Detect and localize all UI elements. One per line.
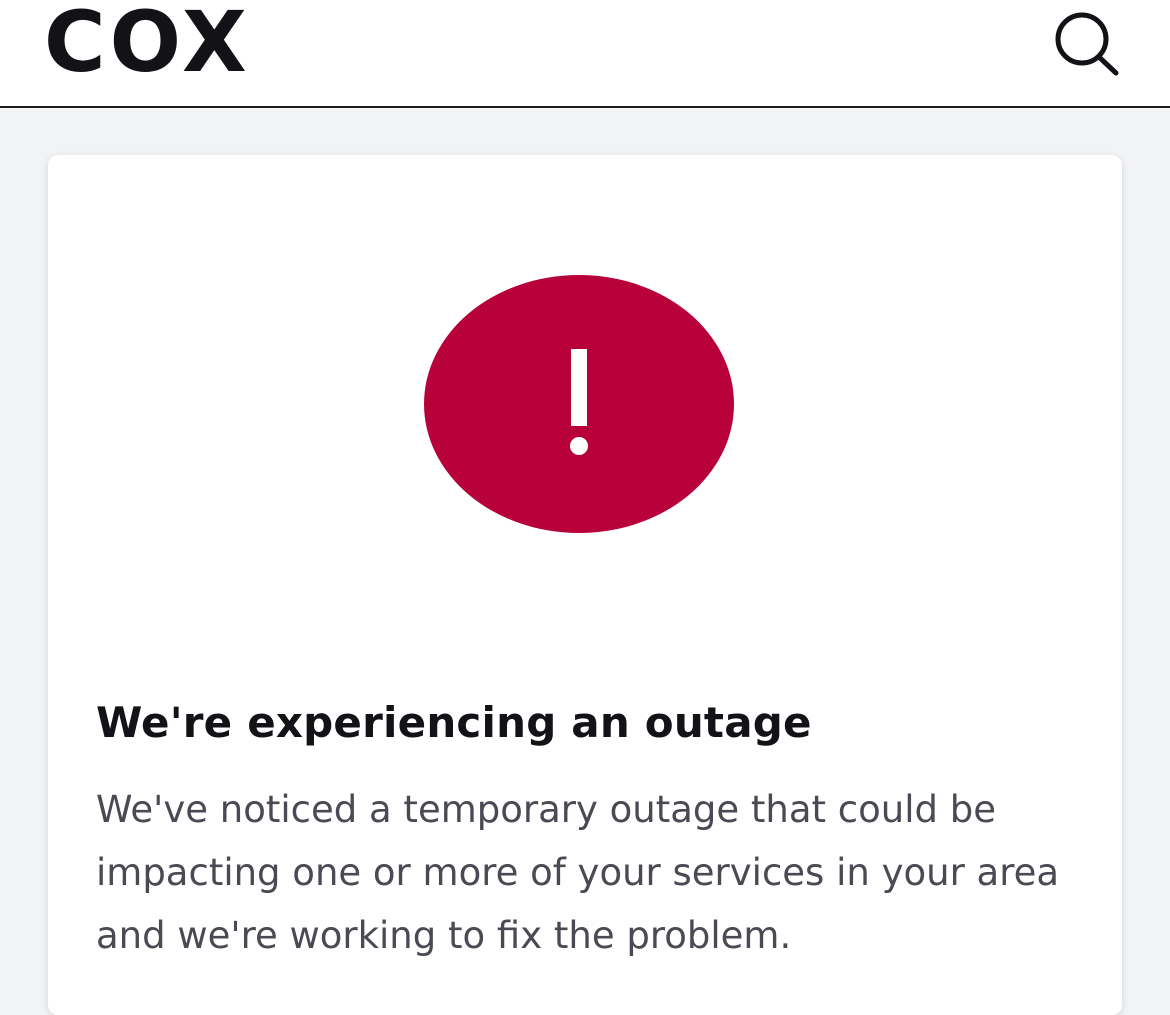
search-icon bbox=[1055, 12, 1119, 76]
outage-message: We've noticed a temporary outage that co… bbox=[96, 788, 1060, 957]
site-header: COX bbox=[0, 0, 1170, 108]
cox-logo[interactable]: COX bbox=[44, 0, 251, 84]
outage-card: We're experiencing an outage We've notic… bbox=[48, 155, 1122, 1015]
search-button[interactable] bbox=[1050, 10, 1124, 76]
exclamation-alert-icon bbox=[424, 275, 734, 533]
outage-title: We're experiencing an outage bbox=[96, 698, 812, 747]
